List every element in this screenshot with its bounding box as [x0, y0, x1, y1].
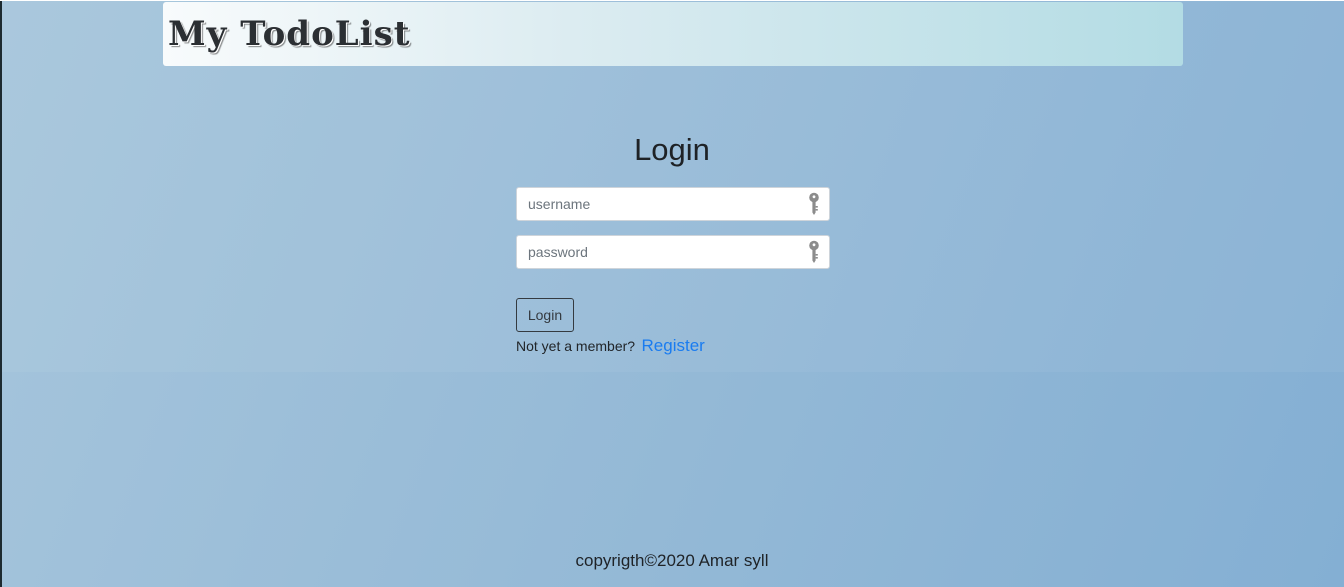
login-button[interactable]: Login [516, 298, 574, 332]
password-field-group [516, 235, 830, 269]
navbar: My TodoList [163, 2, 1183, 66]
username-input[interactable] [517, 188, 797, 220]
register-link[interactable]: Register [642, 336, 705, 355]
register-prompt: Not yet a member? Register [516, 336, 705, 360]
brand-logo[interactable]: My TodoList [168, 14, 410, 54]
key-icon [809, 240, 819, 263]
page-title: Login [634, 132, 710, 167]
key-icon [809, 192, 819, 215]
member-prompt-text: Not yet a member? [516, 338, 636, 354]
password-input[interactable] [517, 236, 797, 268]
footer-copyright: copyrigth©2020 Amar syll [575, 551, 769, 570]
username-field-group [516, 187, 830, 221]
